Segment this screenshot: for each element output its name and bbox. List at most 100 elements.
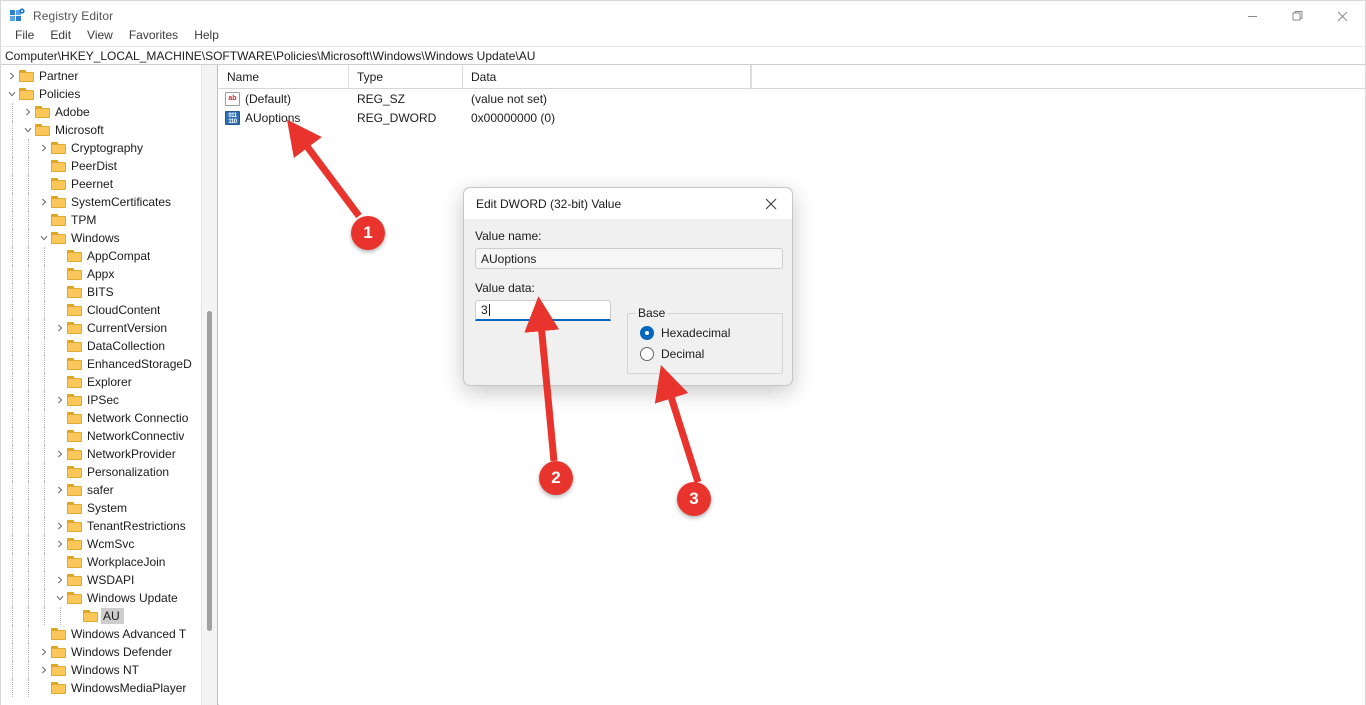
tree-item-policies[interactable]: Policies — [1, 85, 217, 103]
tree-item-currentversion[interactable]: CurrentVersion — [1, 319, 217, 337]
tree-item-networkconnectiv[interactable]: NetworkConnectiv — [1, 427, 217, 445]
tree-item-adobe[interactable]: Adobe — [1, 103, 217, 121]
tree-item-windows-nt[interactable]: Windows NT — [1, 661, 217, 679]
tree-item-microsoft[interactable]: Microsoft — [1, 121, 217, 139]
tree-item-label: WSDAPI — [87, 573, 134, 587]
chevron-right-icon[interactable] — [53, 481, 67, 499]
close-icon[interactable] — [1320, 1, 1365, 31]
tree-scrollbar-thumb[interactable] — [207, 311, 212, 631]
tree-item-au[interactable]: AU — [1, 607, 217, 625]
column-header-data[interactable]: Data — [463, 65, 751, 89]
tree-guide-line — [12, 499, 13, 517]
chevron-right-icon[interactable] — [5, 67, 19, 85]
radio-decimal-label: Decimal — [661, 347, 704, 361]
tree-guide-line — [12, 283, 13, 301]
tree-scrollbar[interactable] — [201, 65, 217, 705]
menu-favorites[interactable]: Favorites — [121, 26, 186, 44]
chevron-right-icon[interactable] — [21, 103, 35, 121]
chevron-down-icon[interactable] — [37, 229, 51, 247]
tree-item-windowsmediaplayer[interactable]: WindowsMediaPlayer — [1, 679, 217, 697]
tree-guide-line — [44, 589, 45, 607]
tree-guide-line — [44, 265, 45, 283]
tree-item-wsdapi[interactable]: WSDAPI — [1, 571, 217, 589]
tree-leaf-spacer — [53, 373, 67, 391]
tree-item-explorer[interactable]: Explorer — [1, 373, 217, 391]
value-name-input[interactable]: AUoptions — [475, 248, 783, 269]
tree-item-datacollection[interactable]: DataCollection — [1, 337, 217, 355]
tree-item-cloudcontent[interactable]: CloudContent — [1, 301, 217, 319]
chevron-right-icon[interactable] — [37, 661, 51, 679]
chevron-down-icon[interactable] — [21, 121, 35, 139]
chevron-right-icon[interactable] — [53, 517, 67, 535]
registry-values-pane[interactable]: Name Type Data ab(Default)REG_SZ(value n… — [219, 65, 1365, 705]
tree-leaf-spacer — [53, 499, 67, 517]
tree-item-bits[interactable]: BITS — [1, 283, 217, 301]
radio-decimal[interactable]: Decimal — [640, 347, 782, 361]
tree-item-system[interactable]: System — [1, 499, 217, 517]
address-bar[interactable]: Computer\HKEY_LOCAL_MACHINE\SOFTWARE\Pol… — [1, 46, 1365, 65]
tree-item-partner[interactable]: Partner — [1, 67, 217, 85]
tree-item-networkprovider[interactable]: NetworkProvider — [1, 445, 217, 463]
tree-item-peernet[interactable]: Peernet — [1, 175, 217, 193]
tree-guide-line — [44, 337, 45, 355]
tree-item-safer[interactable]: safer — [1, 481, 217, 499]
chevron-right-icon[interactable] — [37, 193, 51, 211]
chevron-right-icon[interactable] — [37, 139, 51, 157]
restore-icon[interactable] — [1275, 1, 1320, 31]
tree-item-appcompat[interactable]: AppCompat — [1, 247, 217, 265]
chevron-right-icon[interactable] — [53, 535, 67, 553]
value-data-text: 3 — [481, 303, 488, 317]
tree-item-label: Windows Advanced T — [71, 627, 186, 641]
chevron-down-icon[interactable] — [5, 85, 19, 103]
tree-guide-line — [12, 553, 13, 571]
tree-item-windows-advanced-t[interactable]: Windows Advanced T — [1, 625, 217, 643]
table-row[interactable]: 011110AUoptionsREG_DWORD0x00000000 (0) — [219, 108, 1365, 127]
tree-item-tenantrestrictions[interactable]: TenantRestrictions — [1, 517, 217, 535]
tree-item-network-connectio[interactable]: Network Connectio — [1, 409, 217, 427]
tree-item-windows-defender[interactable]: Windows Defender — [1, 643, 217, 661]
minimize-icon[interactable] — [1230, 1, 1275, 31]
string-value-icon: ab — [225, 92, 240, 106]
column-header-type[interactable]: Type — [349, 65, 463, 89]
value-data-input[interactable]: 3 — [475, 300, 611, 321]
tree-item-enhancedstoraged[interactable]: EnhancedStorageD — [1, 355, 217, 373]
tree-guide-line — [28, 517, 29, 535]
tree-item-label: SystemCertificates — [71, 195, 171, 209]
tree-item-peerdist[interactable]: PeerDist — [1, 157, 217, 175]
tree-guide-line — [12, 391, 13, 409]
chevron-right-icon[interactable] — [53, 391, 67, 409]
column-header-name[interactable]: Name — [219, 65, 349, 89]
folder-icon — [51, 195, 67, 209]
chevron-right-icon[interactable] — [53, 445, 67, 463]
tree-guide-line — [60, 607, 61, 625]
tree-item-cryptography[interactable]: Cryptography — [1, 139, 217, 157]
tree-item-label: Windows Update — [87, 591, 178, 605]
tree-item-label: IPSec — [87, 393, 119, 407]
tree-leaf-spacer — [53, 247, 67, 265]
radio-hexadecimal[interactable]: Hexadecimal — [640, 326, 782, 340]
tree-item-systemcertificates[interactable]: SystemCertificates — [1, 193, 217, 211]
folder-icon — [51, 645, 67, 659]
chevron-right-icon[interactable] — [53, 319, 67, 337]
tree-item-workplacejoin[interactable]: WorkplaceJoin — [1, 553, 217, 571]
tree-item-personalization[interactable]: Personalization — [1, 463, 217, 481]
tree-item-label: Appx — [87, 267, 114, 281]
tree-item-windows-update[interactable]: Windows Update — [1, 589, 217, 607]
table-row[interactable]: ab(Default)REG_SZ(value not set) — [219, 89, 1365, 108]
tree-item-ipsec[interactable]: IPSec — [1, 391, 217, 409]
chevron-right-icon[interactable] — [53, 571, 67, 589]
menu-help[interactable]: Help — [186, 26, 227, 44]
tree-item-windows[interactable]: Windows — [1, 229, 217, 247]
chevron-down-icon[interactable] — [53, 589, 67, 607]
dialog-close-icon[interactable] — [750, 188, 792, 219]
tree-item-tpm[interactable]: TPM — [1, 211, 217, 229]
registry-tree-pane[interactable]: PartnerPoliciesAdobeMicrosoftCryptograph… — [1, 65, 218, 705]
tree-item-appx[interactable]: Appx — [1, 265, 217, 283]
menu-edit[interactable]: Edit — [42, 26, 79, 44]
tree-item-label: Windows NT — [71, 663, 139, 677]
menu-file[interactable]: File — [7, 26, 42, 44]
menu-view[interactable]: View — [79, 26, 121, 44]
tree-item-wcmsvc[interactable]: WcmSvc — [1, 535, 217, 553]
tree-item-label: Network Connectio — [87, 411, 188, 425]
chevron-right-icon[interactable] — [37, 643, 51, 661]
